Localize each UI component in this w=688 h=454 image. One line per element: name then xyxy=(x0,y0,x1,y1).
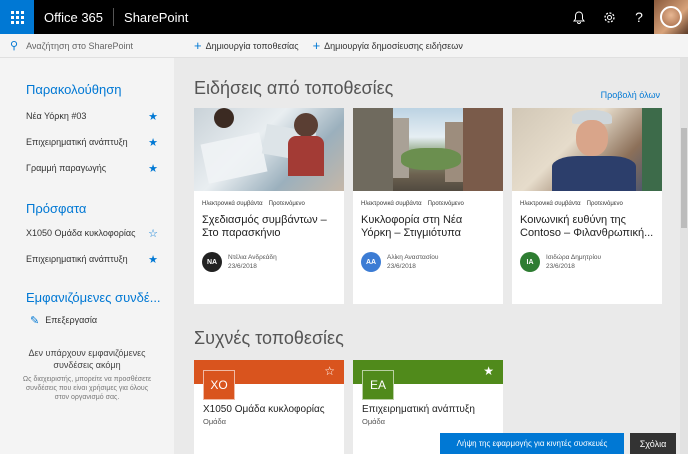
following-item-production-line[interactable]: Γραμμή παραγωγής ★ xyxy=(0,155,174,181)
following-item-new-york[interactable]: Νέα Υόρκη #03 ★ xyxy=(0,103,174,129)
plus-icon: + xyxy=(194,38,202,53)
star-filled-icon[interactable]: ★ xyxy=(148,136,158,149)
news-date: 23/6/2018 xyxy=(387,263,416,270)
avatar[interactable] xyxy=(654,0,688,34)
sharepoint-link[interactable]: SharePoint xyxy=(114,10,198,25)
bell-icon[interactable] xyxy=(564,0,594,34)
suite-bar: Office 365 SharePoint ? xyxy=(0,0,688,34)
office365-link[interactable]: Office 365 xyxy=(34,10,113,25)
news-card[interactable]: Ηλεκτρονικά συμβάντα Προτεινόμενο Κοινων… xyxy=(512,108,662,304)
author-name: Ντέλια Ανδρεάδη xyxy=(228,254,277,261)
feedback-button[interactable]: Σχόλια xyxy=(630,433,676,454)
site-card-x1050[interactable]: XO ☆ X1050 Ομάδα κυκλοφορίας Ομάδα xyxy=(194,360,344,454)
help-icon[interactable]: ? xyxy=(624,0,654,34)
news-card[interactable]: Ηλεκτρονικά συμβάντα Προτεινόμενο Σχεδια… xyxy=(194,108,344,304)
news-date: 23/6/2018 xyxy=(546,263,575,270)
news-heading: Ειδήσεις από τοποθεσίες xyxy=(194,78,394,98)
news-tag: Προτεινόμενο xyxy=(268,201,305,207)
see-all-link[interactable]: Προβολή όλων xyxy=(601,90,660,100)
featured-empty-title: Δεν υπάρχουν εμφανιζόμενες συνδέσεις ακό… xyxy=(28,348,146,370)
get-mobile-app-button[interactable]: Λήψη της εφαρμογής για κινητές συσκευές xyxy=(440,433,624,454)
waffle-icon xyxy=(10,10,24,24)
create-site-label: Δημιουργία τοποθεσίας xyxy=(205,40,299,51)
following-item-label: Γραμμή παραγωγής xyxy=(26,163,107,173)
main-content: Ειδήσεις από τοποθεσίες Προβολή όλων Ηλε… xyxy=(174,58,688,454)
following-heading[interactable]: Παρακολούθηση xyxy=(0,82,174,97)
recent-item-x1050[interactable]: X1050 Ομάδα κυκλοφορίας ☆ xyxy=(0,220,174,246)
star-outline-icon[interactable]: ☆ xyxy=(324,364,335,378)
author-name: Αλίκη Αναστασίου xyxy=(387,254,439,261)
star-filled-icon[interactable]: ★ xyxy=(148,162,158,175)
create-news-post-button[interactable]: + Δημιουργία δημοσίευσης ειδήσεων xyxy=(313,38,463,53)
sidebar: ⚲ Αναζήτηση στο SharePoint Παρακολούθηση… xyxy=(0,34,174,454)
news-image-event-planning xyxy=(194,108,344,191)
news-category: Ηλεκτρονικά συμβάντα xyxy=(361,201,422,207)
frequent-sites-heading: Συχνές τοποθεσίες xyxy=(194,328,344,348)
following-item-label: Επιχειρηματική ανάπτυξη xyxy=(26,137,128,147)
create-news-label: Δημιουργία δημοσίευσης ειδήσεων xyxy=(324,40,463,51)
following-item-label: Νέα Υόρκη #03 xyxy=(26,111,87,121)
news-image-contoso-charity xyxy=(512,108,662,191)
news-title[interactable]: Κυκλοφορία στη Νέα Υόρκη – Στιγμιότυπα xyxy=(353,207,503,244)
recent-item-business-dev[interactable]: Επιχειρηματική ανάπτυξη ★ xyxy=(0,246,174,272)
site-logo: XO xyxy=(203,370,235,400)
site-type: Ομάδα xyxy=(203,417,227,426)
edit-label: Επεξεργασία xyxy=(45,315,98,325)
news-title[interactable]: Κοινωνική ευθύνη της Contoso – Φιλανθρωπ… xyxy=(512,207,662,244)
news-category: Ηλεκτρονικά συμβάντα xyxy=(202,201,263,207)
edit-links-button[interactable]: ✎ Επεξεργασία xyxy=(0,309,174,331)
recent-item-label: Επιχειρηματική ανάπτυξη xyxy=(26,254,128,264)
author-avatar: AA xyxy=(361,252,381,272)
news-category: Ηλεκτρονικά συμβάντα xyxy=(520,201,581,207)
news-image-new-york xyxy=(353,108,503,191)
star-filled-icon[interactable]: ★ xyxy=(148,110,158,123)
scrollbar[interactable] xyxy=(680,58,688,454)
news-tag: Προτεινόμενο xyxy=(586,201,623,207)
recent-heading[interactable]: Πρόσφατα xyxy=(0,201,174,216)
star-outline-icon[interactable]: ☆ xyxy=(148,227,158,240)
author-name: Ισιδώρα Δημητρίου xyxy=(546,254,602,261)
author-avatar: IA xyxy=(520,252,540,272)
search-placeholder: Αναζήτηση στο SharePoint xyxy=(26,40,134,51)
site-type: Ομάδα xyxy=(362,417,386,426)
star-filled-icon[interactable]: ★ xyxy=(483,364,494,378)
featured-empty-description: Ως διαχειριστής, μπορείτε να προσθέσετε … xyxy=(22,376,152,401)
news-date: 23/6/2018 xyxy=(228,263,257,270)
site-logo: EA xyxy=(362,370,394,400)
recent-item-label: X1050 Ομάδα κυκλοφορίας xyxy=(26,228,136,238)
gear-icon[interactable] xyxy=(594,0,624,34)
pencil-icon: ✎ xyxy=(30,314,40,327)
search-icon: ⚲ xyxy=(10,40,19,52)
following-item-business-dev[interactable]: Επιχειρηματική ανάπτυξη ★ xyxy=(0,129,174,155)
news-card[interactable]: Ηλεκτρονικά συμβάντα Προτεινόμενο Κυκλοφ… xyxy=(353,108,503,304)
star-filled-icon[interactable]: ★ xyxy=(148,253,158,266)
news-title[interactable]: Σχεδιασμός συμβάντων – Στο παρασκήνιο xyxy=(194,207,344,244)
scrollbar-thumb[interactable] xyxy=(681,128,687,228)
plus-icon: + xyxy=(312,38,321,53)
news-tag: Προτεινόμενο xyxy=(427,201,464,207)
command-bar: + Δημιουργία τοποθεσίας + Δημιουργία δημ… xyxy=(174,34,688,58)
featured-links-heading[interactable]: Εμφανιζόμενες συνδέ... xyxy=(0,290,174,305)
author-avatar: NA xyxy=(202,252,222,272)
search-box[interactable]: ⚲ Αναζήτηση στο SharePoint xyxy=(0,34,174,58)
app-launcher-button[interactable] xyxy=(0,0,34,34)
create-site-button[interactable]: + Δημιουργία τοποθεσίας xyxy=(194,38,299,53)
